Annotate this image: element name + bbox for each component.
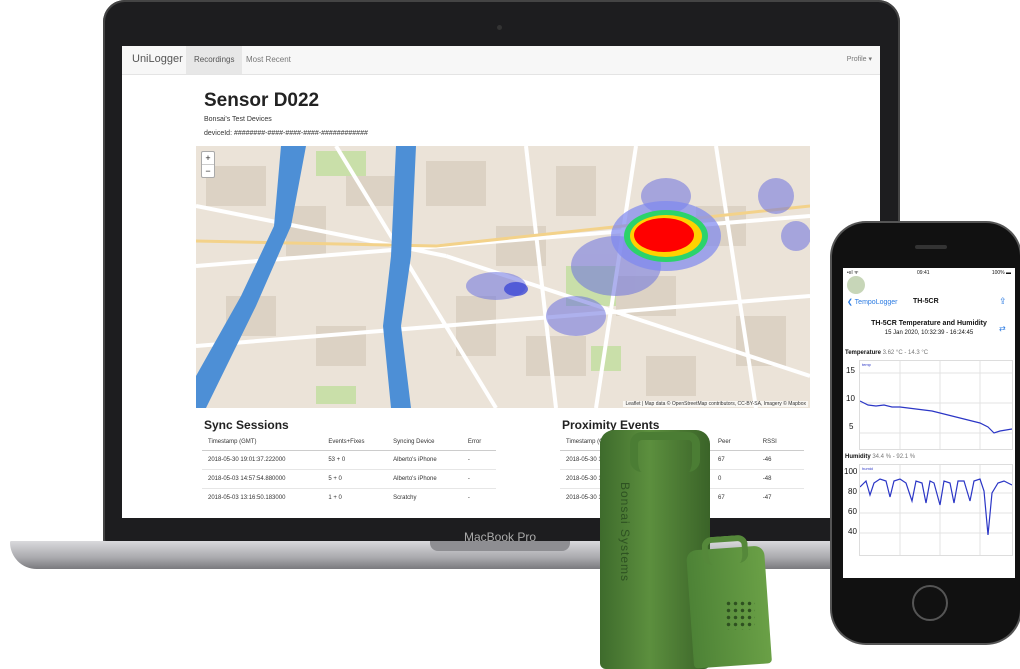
navbar: UniLogger Recordings Most Recent Profile… bbox=[122, 46, 880, 75]
tag-loop bbox=[701, 534, 749, 566]
sync-sessions-table: Timestamp (GMT) Events+Fixes Syncing Dev… bbox=[202, 434, 496, 507]
y-tick: 80 bbox=[848, 487, 857, 496]
temperature-legend: temp bbox=[862, 362, 871, 367]
column-header: Error bbox=[461, 434, 496, 451]
tag-holes-icon bbox=[725, 600, 755, 630]
cell: -47 bbox=[756, 488, 804, 507]
camera-dot bbox=[497, 25, 502, 30]
humidity-plot bbox=[859, 465, 1013, 555]
humidity-label: Humidity 34.4 % - 92.1 % bbox=[845, 454, 915, 460]
column-header: Timestamp (GMT) bbox=[202, 434, 323, 451]
back-button[interactable]: ❮ TempoLogger bbox=[847, 298, 898, 306]
cell: Alberto's iPhone bbox=[387, 469, 462, 489]
column-header: Syncing Device bbox=[387, 434, 462, 451]
cell: 2018-05-30 19:01:37.222000 bbox=[202, 450, 323, 470]
humidity-range: 34.4 % - 92.1 % bbox=[872, 454, 916, 460]
cell: 5 + 0 bbox=[322, 469, 388, 489]
laptop-screen: UniLogger Recordings Most Recent Profile… bbox=[122, 46, 880, 518]
cell: Scratchy bbox=[387, 488, 462, 507]
battery-icon: 100% ▬ bbox=[991, 270, 1011, 276]
swap-icon[interactable]: ⇄ bbox=[999, 324, 1006, 333]
avatar bbox=[847, 276, 865, 294]
table-header-row: Timestamp (GMT) Events+Fixes Syncing Dev… bbox=[202, 434, 496, 451]
brand-logo[interactable]: UniLogger bbox=[132, 53, 183, 65]
y-tick: 100 bbox=[844, 467, 858, 476]
cell: 2018-05-03 14:57:54.880000 bbox=[202, 469, 323, 489]
home-button[interactable] bbox=[912, 585, 948, 621]
table-row[interactable]: 2018-05-03 14:57:54.880000 5 + 0 Alberto… bbox=[202, 469, 496, 489]
chart-title: TH-5CR Temperature and Humidity bbox=[871, 320, 987, 327]
heat-core bbox=[634, 218, 694, 252]
y-tick: 15 bbox=[846, 366, 855, 375]
phone-screen: •ııl ᯤ 09:41 100% ▬ ❮ TempoLogger TH-5CR… bbox=[843, 268, 1015, 578]
cell: 2018-05-03 13:16:50.183000 bbox=[202, 488, 323, 507]
cell: 53 + 0 bbox=[322, 450, 388, 470]
cell: 0 bbox=[712, 469, 757, 489]
map-attribution[interactable]: Leaflet | Map data © OpenStreetMap contr… bbox=[623, 401, 808, 407]
temperature-range: 3.62 °C - 14.3 °C bbox=[882, 350, 929, 356]
y-tick: 10 bbox=[846, 394, 855, 403]
temperature-chart[interactable]: temp bbox=[859, 360, 1013, 450]
device-id: deviceId: ########-####-####-####-######… bbox=[204, 130, 368, 137]
column-header: RSSI bbox=[756, 434, 804, 451]
temperature-label: Temperature 3.62 °C - 14.3 °C bbox=[845, 350, 928, 356]
cell: 67 bbox=[712, 450, 757, 470]
y-tick: 60 bbox=[848, 507, 857, 516]
tab-recordings[interactable]: Recordings bbox=[186, 46, 243, 74]
cell: -46 bbox=[756, 450, 804, 470]
status-time: 09:41 bbox=[917, 270, 930, 276]
sync-sessions-title: Sync Sessions bbox=[204, 418, 289, 432]
humidity-legend: humid bbox=[862, 466, 873, 471]
cell: - bbox=[461, 450, 496, 470]
column-header: Events+Fixes bbox=[322, 434, 388, 451]
cell: Alberto's iPhone bbox=[387, 450, 462, 470]
temperature-title: Temperature bbox=[845, 350, 881, 356]
nav-title: TH-5CR bbox=[913, 298, 939, 305]
phone-speaker bbox=[915, 245, 947, 249]
zoom-out-button[interactable]: − bbox=[202, 165, 214, 177]
macbook-label: MacBook Pro bbox=[463, 530, 537, 544]
humidity-title: Humidity bbox=[845, 454, 871, 460]
device-engraving: Bonsai Systems bbox=[618, 482, 632, 583]
y-tick: 40 bbox=[848, 527, 857, 536]
zoom-control: + − bbox=[201, 151, 215, 178]
table-row[interactable]: 2018-05-30 19:01:37.222000 53 + 0 Albert… bbox=[202, 450, 496, 470]
map-canvas bbox=[196, 146, 810, 408]
cell: - bbox=[461, 469, 496, 489]
page-title: Sensor D022 bbox=[204, 90, 320, 111]
y-tick: 5 bbox=[849, 422, 854, 431]
column-header: Peer bbox=[712, 434, 757, 451]
humidity-chart[interactable]: humid bbox=[859, 464, 1013, 556]
heatmap-map[interactable]: + − Leaflet | Map data © OpenStreetMap c… bbox=[196, 146, 810, 408]
cell: - bbox=[461, 488, 496, 507]
date-range: 15 Jan 2020, 10:32:39 - 16:24:45 bbox=[884, 330, 974, 336]
profile-menu[interactable]: Profile ▾ bbox=[847, 55, 872, 63]
cell: 1 + 0 bbox=[322, 488, 388, 507]
page-subtitle: Bonsai's Test Devices bbox=[204, 116, 272, 123]
temperature-plot bbox=[859, 361, 1013, 449]
share-icon[interactable]: ⇪ bbox=[999, 296, 1007, 307]
tab-most-recent[interactable]: Most Recent bbox=[238, 46, 299, 74]
zoom-in-button[interactable]: + bbox=[202, 152, 214, 165]
cell: -48 bbox=[756, 469, 804, 489]
cell: 67 bbox=[712, 488, 757, 507]
table-row[interactable]: 2018-05-03 13:16:50.183000 1 + 0 Scratch… bbox=[202, 488, 496, 507]
device-loop bbox=[630, 432, 700, 472]
phone-nav-bar: ❮ TempoLogger TH-5CR ⇪ bbox=[843, 294, 1015, 312]
